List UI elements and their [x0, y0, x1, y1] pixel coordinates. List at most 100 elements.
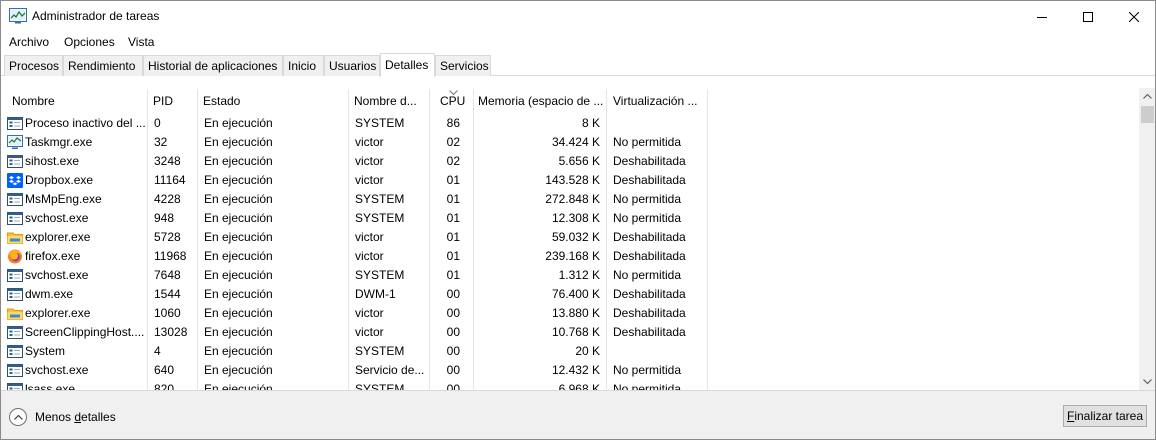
cell-user: SYSTEM [355, 344, 405, 358]
cell-estado: En ejecución [204, 287, 273, 301]
title-bar[interactable]: Administrador de tareas [1, 1, 1155, 32]
cell-virtualization: Deshabilitada [613, 325, 686, 339]
window-app-icon [7, 268, 23, 283]
cell-virtualization [613, 114, 713, 133]
close-button[interactable] [1111, 1, 1155, 32]
footer-bar: Menos detalles Finalizar tarea [1, 390, 1155, 439]
table-row[interactable]: dwm.exe 1544 En ejecución DWM-1 00 76.400 K De… [2, 285, 1139, 304]
table-row[interactable]: explorer.exe 1060 En ejecución victor 00 13.8… [2, 304, 1139, 323]
table-row[interactable]: svchost.exe 948 En ejecución SYSTEM 01 12.308… [2, 209, 1139, 228]
column-header-memoria[interactable]: Memoria (espacio de ... [468, 88, 608, 114]
table-row[interactable]: svchost.exe 640 En ejecución Servicio de...… [2, 361, 1139, 380]
cell-memory: 12.432 K [551, 363, 600, 377]
table-row[interactable]: Dropbox.exe 11164 En ejecución victor 01 143.… [2, 171, 1139, 190]
table-row[interactable]: MsMpEng.exe 4228 En ejecución SYSTEM 01 272.8… [2, 190, 1139, 209]
dropbox-icon [7, 173, 23, 188]
end-task-button[interactable]: Finalizar tarea [1063, 405, 1147, 427]
menu-archivo[interactable]: Archivo [9, 35, 49, 49]
window-app-icon [7, 363, 23, 378]
explorer-folder-icon [7, 306, 23, 321]
cell-estado: En ejecución [204, 306, 273, 320]
cell-user: Servicio de... [355, 363, 425, 377]
cell-cpu: 01 [446, 192, 460, 206]
tab-bar: Procesos Rendimiento Historial de aplica… [1, 53, 1155, 77]
minimize-button[interactable] [1019, 1, 1065, 32]
cell-user: SYSTEM [355, 382, 405, 390]
cell-name: Proceso inactivo del ... [25, 116, 146, 130]
task-manager-icon [9, 8, 27, 24]
cell-user: DWM-1 [355, 287, 396, 301]
cell-virtualization: No permitida [613, 268, 682, 282]
menu-opciones[interactable]: Opciones [64, 35, 115, 49]
cell-virtualization: No permitida [613, 135, 682, 149]
cell-pid: 11164 [154, 173, 186, 187]
cell-virtualization: Deshabilitada [613, 306, 686, 320]
window-app-icon [7, 344, 23, 359]
tab-rendimiento[interactable]: Rendimiento [63, 55, 143, 76]
cell-user: victor [355, 249, 384, 263]
column-header-estado[interactable]: Estado [193, 88, 343, 114]
tab-procesos[interactable]: Procesos [4, 55, 63, 76]
vertical-scrollbar[interactable] [1139, 88, 1155, 390]
table-row[interactable]: Taskmgr.exe 32 En ejecución victor 02 34.424 … [2, 133, 1139, 152]
column-header-usuario[interactable]: Nombre d... [344, 88, 429, 114]
column-header-nombre[interactable]: Nombre [2, 88, 147, 114]
cell-virtualization [613, 342, 713, 361]
cell-pid: 13028 [154, 325, 188, 339]
cell-pid: 640 [154, 363, 175, 377]
table-row[interactable]: explorer.exe 5728 En ejecución victor 01 59.0… [2, 228, 1139, 247]
table-row[interactable]: sihost.exe 3248 En ejecución victor 02 5.656 … [2, 152, 1139, 171]
cell-cpu: 02 [446, 154, 460, 168]
less-details-label: Menos detalles [35, 410, 116, 424]
cell-estado: En ejecución [204, 363, 273, 377]
task-manager-window: Administrador de tareas Archivo Opciones… [0, 0, 1156, 440]
tab-inicio[interactable]: Inicio [283, 55, 324, 76]
cell-pid: 820 [154, 382, 175, 390]
cell-name: svchost.exe [25, 268, 89, 282]
tab-usuarios[interactable]: Usuarios [324, 55, 380, 76]
explorer-folder-icon [7, 230, 23, 245]
cell-virtualization: No permitida [613, 192, 682, 206]
table-row[interactable]: ScreenClippingHost.... 13028 En ejecución v… [2, 323, 1139, 342]
cell-name: firefox.exe [25, 249, 81, 263]
tab-detalles[interactable]: Detalles [380, 53, 435, 77]
column-header-virtualizacion[interactable]: Virtualización ... [603, 88, 713, 114]
cell-virtualization: Deshabilitada [613, 249, 686, 263]
table-row[interactable]: lsass.exe 820 En ejecución SYSTEM 00 6.968 K N… [2, 380, 1139, 390]
cell-memory: 272.848 K [545, 192, 600, 206]
maximize-icon [1083, 11, 1093, 22]
cell-name: Dropbox.exe [25, 173, 94, 187]
table-row[interactable]: svchost.exe 7648 En ejecución SYSTEM 01 1.312… [2, 266, 1139, 285]
cell-estado: En ejecución [204, 154, 273, 168]
cell-estado: En ejecución [204, 268, 273, 282]
cell-name: MsMpEng.exe [25, 192, 102, 206]
collapse-circle-icon [9, 408, 27, 426]
table-row[interactable]: System 4 En ejecución SYSTEM 00 20 K [2, 342, 1139, 361]
cell-cpu: 00 [446, 363, 460, 377]
cell-pid: 0 [154, 116, 161, 130]
cell-virtualization: No permitida [613, 211, 682, 225]
process-table: Nombre PID Estado Nombre d... CPU Memori… [2, 88, 1139, 390]
cell-cpu: 00 [446, 306, 460, 320]
cell-estado: En ejecución [204, 249, 273, 263]
cell-name: sihost.exe [25, 154, 80, 168]
less-details-button[interactable]: Menos detalles [9, 407, 116, 427]
table-row[interactable]: firefox.exe 11968 En ejecución victor 01 239.… [2, 247, 1139, 266]
taskmgr-icon [7, 135, 23, 150]
cell-estado: En ejecución [204, 192, 273, 206]
table-row[interactable]: Proceso inactivo del ... 0 En ejecución SYS… [2, 114, 1139, 133]
cell-memory: 10.768 K [551, 325, 600, 339]
maximize-button[interactable] [1065, 1, 1111, 32]
column-header-pid[interactable]: PID [143, 88, 193, 114]
scroll-down-button[interactable] [1139, 373, 1155, 390]
cell-name: ScreenClippingHost.... [25, 325, 145, 339]
scroll-thumb[interactable] [1141, 106, 1154, 123]
tab-servicios[interactable]: Servicios [435, 55, 491, 76]
cell-memory: 76.400 K [551, 287, 600, 301]
tab-historial[interactable]: Historial de aplicaciones [143, 55, 283, 76]
cell-virtualization: Deshabilitada [613, 230, 686, 244]
cell-cpu: 01 [446, 230, 460, 244]
menu-vista[interactable]: Vista [128, 35, 154, 49]
scroll-up-button[interactable] [1139, 88, 1155, 105]
cell-estado: En ejecución [204, 211, 273, 225]
